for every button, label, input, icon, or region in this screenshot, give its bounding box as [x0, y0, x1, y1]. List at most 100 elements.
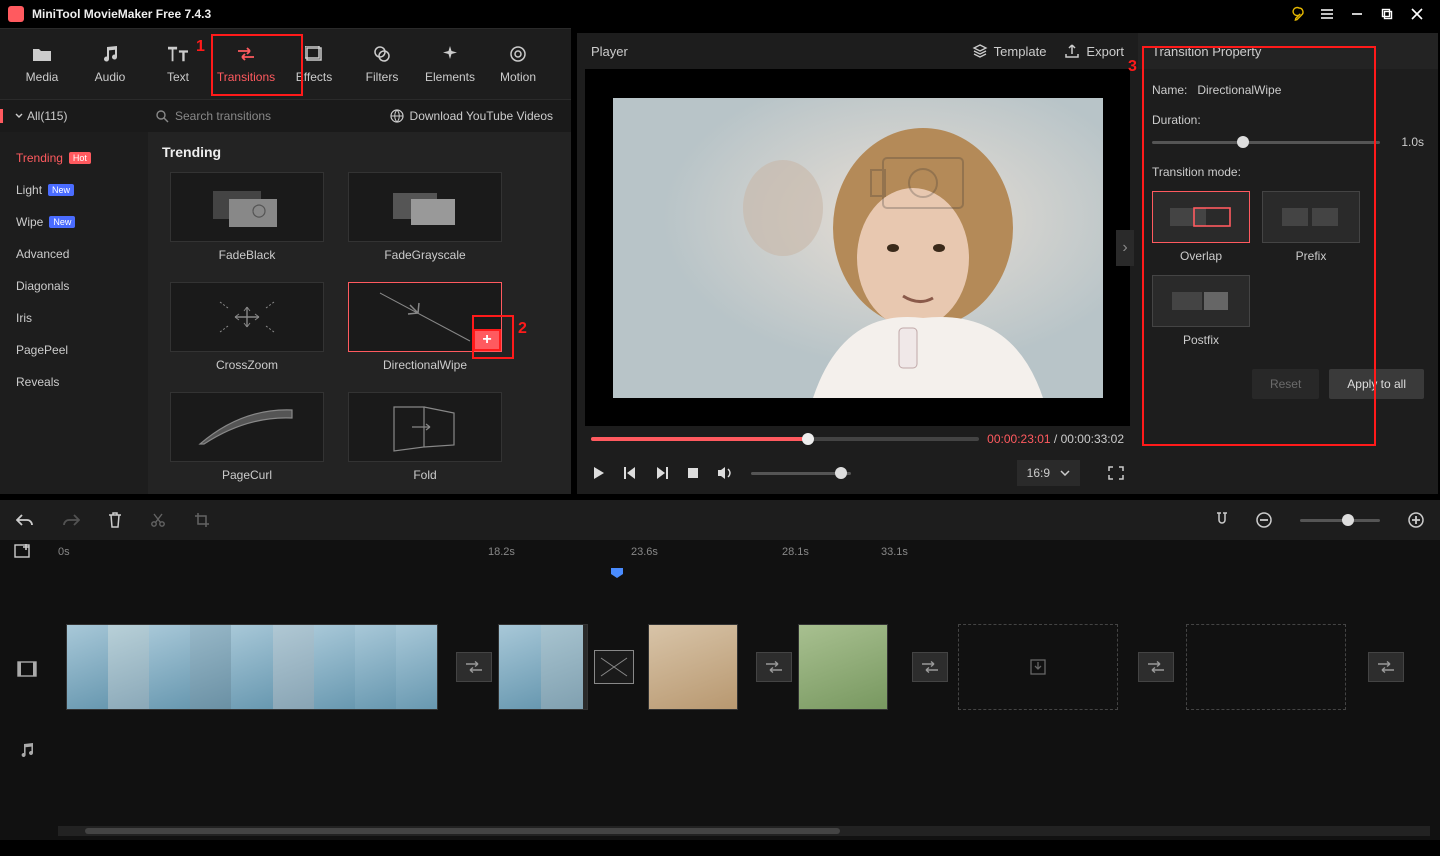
prop-duration-value: 1.0s — [1390, 135, 1424, 149]
mode-postfix[interactable]: Postfix — [1152, 275, 1250, 347]
globe-icon — [390, 109, 404, 123]
next-frame-button[interactable] — [655, 466, 669, 480]
transitions-header: All(115) Search transitions Download You… — [0, 100, 571, 132]
video-track-header[interactable] — [0, 624, 54, 714]
timeline-clip[interactable] — [798, 624, 888, 710]
tab-media-label: Media — [26, 70, 59, 84]
category-reveals[interactable]: Reveals — [0, 366, 148, 398]
timeline-clip[interactable] — [66, 624, 438, 710]
timeline-transition-applied[interactable] — [594, 650, 634, 684]
volume-button[interactable] — [717, 466, 733, 480]
search-input[interactable]: Search transitions — [146, 109, 390, 123]
timeline-transition-slot[interactable] — [1368, 652, 1404, 682]
fullscreen-button[interactable] — [1108, 466, 1124, 480]
tab-filters[interactable]: Filters — [348, 34, 416, 94]
next-preview-button[interactable]: › — [1116, 230, 1134, 266]
tab-motion[interactable]: Motion — [484, 34, 552, 94]
crop-button[interactable] — [194, 512, 210, 528]
category-diagonals[interactable]: Diagonals — [0, 270, 148, 302]
duration-slider[interactable]: 1.0s — [1152, 135, 1424, 149]
add-track-button[interactable] — [14, 542, 32, 560]
chevron-down-icon — [1060, 470, 1070, 476]
export-icon — [1064, 43, 1080, 59]
category-trending[interactable]: TrendingHot — [0, 142, 148, 174]
category-iris[interactable]: Iris — [0, 302, 148, 334]
folder-icon — [32, 44, 52, 64]
main-toolbar: Media Audio Text Transitions Effects Fil… — [0, 28, 571, 100]
apply-all-button[interactable]: Apply to all — [1329, 369, 1424, 399]
annotation-number-2: 2 — [518, 320, 527, 338]
timeline-scrollbar[interactable] — [58, 826, 1430, 836]
transition-fadeblack[interactable]: FadeBlack — [158, 172, 336, 262]
timeline-transition-slot[interactable] — [756, 652, 792, 682]
prop-mode-label: Transition mode: — [1152, 165, 1241, 179]
timeline-transition-slot[interactable] — [456, 652, 492, 682]
zoom-out-button[interactable] — [1256, 512, 1272, 528]
maximize-icon[interactable] — [1372, 4, 1402, 24]
timeline-transition-slot[interactable] — [1138, 652, 1174, 682]
zoom-slider[interactable] — [1300, 519, 1380, 522]
category-pagepeel[interactable]: PagePeel — [0, 334, 148, 366]
stop-button[interactable] — [687, 467, 699, 479]
player-progress[interactable]: 00:00:23:01 / 00:00:33:02 — [577, 426, 1138, 452]
layers-icon — [972, 43, 988, 59]
template-button[interactable]: Template — [972, 43, 1047, 59]
undo-button[interactable] — [16, 513, 34, 527]
search-icon — [156, 110, 169, 123]
category-light[interactable]: LightNew — [0, 174, 148, 206]
section-title: Trending — [162, 144, 571, 160]
sparkle-icon — [440, 44, 460, 64]
transition-fold[interactable]: Fold — [336, 392, 514, 482]
tab-effects[interactable]: Effects — [280, 34, 348, 94]
download-youtube-link[interactable]: Download YouTube Videos — [390, 109, 571, 123]
timeline-clip[interactable] — [648, 624, 738, 710]
mode-prefix[interactable]: Prefix — [1262, 191, 1360, 263]
video-preview[interactable]: › — [585, 69, 1130, 426]
key-icon[interactable] — [1282, 4, 1312, 24]
zoom-in-button[interactable] — [1408, 512, 1424, 528]
timeline-clip[interactable] — [498, 624, 588, 710]
audio-track-header[interactable] — [0, 730, 54, 770]
aspect-ratio-select[interactable]: 16:9 — [1017, 460, 1080, 486]
export-button[interactable]: Export — [1064, 43, 1124, 59]
tab-media[interactable]: Media — [8, 34, 76, 94]
preview-frame-illustration — [613, 98, 1103, 398]
reset-button[interactable]: Reset — [1252, 369, 1319, 399]
prev-frame-button[interactable] — [623, 466, 637, 480]
volume-slider[interactable] — [751, 472, 851, 475]
timeline-transition-slot[interactable] — [912, 652, 948, 682]
tab-text-label: Text — [167, 70, 189, 84]
tab-audio[interactable]: Audio — [76, 34, 144, 94]
tab-elements-label: Elements — [425, 70, 475, 84]
effects-icon — [304, 44, 324, 64]
tab-transitions[interactable]: Transitions — [212, 34, 280, 94]
play-button[interactable] — [591, 466, 605, 480]
timeline-empty-slot[interactable] — [958, 624, 1118, 710]
hamburger-menu-icon[interactable] — [1312, 4, 1342, 24]
category-all[interactable]: All(115) — [0, 109, 146, 123]
thumbnails-panel: Trending FadeBlack FadeGrayscale CrossZo… — [148, 132, 571, 494]
prop-name-label: Name: — [1152, 83, 1187, 97]
transition-pagecurl[interactable]: PageCurl — [158, 392, 336, 482]
tab-elements[interactable]: Elements — [416, 34, 484, 94]
redo-button[interactable] — [62, 513, 80, 527]
category-advanced[interactable]: Advanced — [0, 238, 148, 270]
timeline-empty-slot[interactable] — [1186, 624, 1346, 710]
category-list: TrendingHot LightNew WipeNew Advanced Di… — [0, 132, 148, 494]
delete-button[interactable] — [108, 512, 122, 528]
close-icon[interactable] — [1402, 4, 1432, 24]
transition-fadegrayscale[interactable]: FadeGrayscale — [336, 172, 514, 262]
mode-overlap[interactable]: Overlap — [1152, 191, 1250, 263]
transitions-icon — [236, 44, 256, 64]
prop-name-value: DirectionalWipe — [1197, 83, 1281, 97]
transition-directionalwipe[interactable]: + DirectionalWipe — [336, 282, 514, 372]
minimize-icon[interactable] — [1342, 4, 1372, 24]
category-wipe[interactable]: WipeNew — [0, 206, 148, 238]
timeline[interactable]: 0s 18.2s 23.6s 28.1s 33.1s — [0, 540, 1440, 840]
app-logo-icon — [8, 6, 24, 22]
split-button[interactable] — [150, 512, 166, 528]
transition-crosszoom[interactable]: CrossZoom — [158, 282, 336, 372]
timeline-ruler[interactable]: 0s 18.2s 23.6s 28.1s 33.1s — [58, 540, 1440, 570]
snap-button[interactable] — [1216, 512, 1228, 528]
add-transition-button[interactable]: + — [473, 329, 501, 351]
